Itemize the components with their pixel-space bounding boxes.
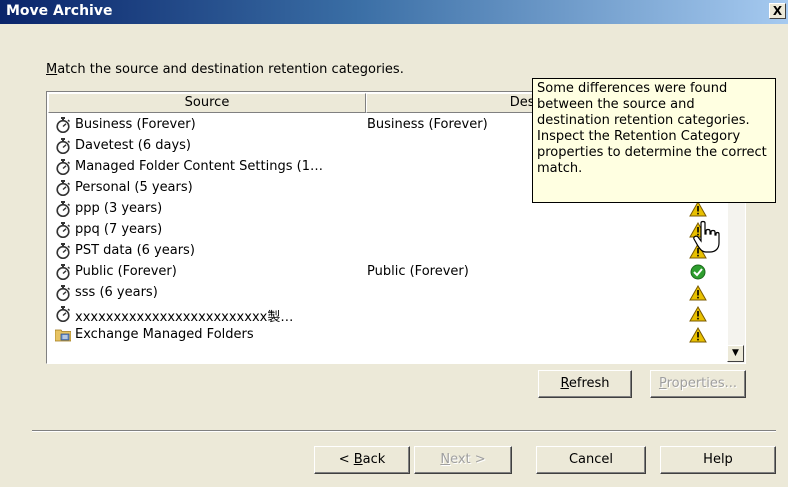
- refresh-label: efresh: [568, 376, 610, 391]
- source-category: Personal (5 years): [75, 180, 193, 195]
- source-category: sss (6 years): [75, 285, 158, 300]
- source-category: Managed Folder Content Settings (1…: [75, 159, 323, 174]
- refresh-accelerator: R: [560, 376, 569, 391]
- warning-icon[interactable]: [689, 305, 707, 322]
- cancel-button[interactable]: Cancel: [536, 446, 646, 474]
- folder-icon: [54, 327, 72, 343]
- stopwatch-icon: [55, 201, 71, 218]
- list-item[interactable]: Public (Forever) Public (Forever): [49, 262, 729, 283]
- stopwatch-icon: [55, 180, 71, 197]
- stopwatch-icon: [55, 159, 71, 176]
- stopwatch-icon: [55, 117, 71, 134]
- column-header-source[interactable]: Source: [48, 93, 366, 113]
- destination-category[interactable]: Business (Forever): [367, 117, 488, 132]
- help-button[interactable]: Help: [660, 446, 776, 474]
- next-button[interactable]: Next >: [414, 446, 512, 474]
- stopwatch-icon: [55, 285, 71, 302]
- warning-icon[interactable]: [689, 284, 707, 301]
- back-label: ack: [362, 452, 386, 467]
- source-category: Public (Forever): [75, 264, 177, 279]
- instruction-text: Match the source and destination retenti…: [46, 62, 404, 77]
- next-label: ext >: [450, 452, 486, 467]
- instruction-accelerator: M: [46, 62, 58, 77]
- back-accelerator: B: [353, 452, 363, 467]
- source-category: Business (Forever): [75, 117, 196, 132]
- stopwatch-icon: [55, 138, 71, 155]
- list-item[interactable]: ppq (7 years): [49, 220, 729, 241]
- destination-category[interactable]: Public (Forever): [367, 264, 469, 279]
- tooltip: Some differences were found between the …: [532, 78, 776, 203]
- stopwatch-icon: [55, 264, 71, 281]
- source-category: ppq (7 years): [75, 222, 163, 237]
- list-item[interactable]: Exchange Managed Folders: [49, 325, 729, 346]
- stopwatch-icon: [55, 222, 71, 239]
- check-icon[interactable]: [689, 264, 707, 280]
- list-item[interactable]: xxxxxxxxxxxxxxxxxxxxxxxxx製…: [49, 304, 729, 325]
- scroll-down-button[interactable]: ▼: [727, 345, 744, 362]
- next-accelerator: N: [440, 452, 451, 467]
- source-category: ppp (3 years): [75, 201, 163, 216]
- window-title: Move Archive: [6, 3, 113, 19]
- warning-icon[interactable]: [689, 326, 707, 343]
- instruction-rest: atch the source and destination retentio…: [57, 62, 404, 77]
- properties-label: roperties...: [666, 376, 738, 391]
- list-item[interactable]: sss (6 years): [49, 283, 729, 304]
- stopwatch-icon: [55, 306, 71, 323]
- properties-button[interactable]: Properties...: [650, 370, 746, 398]
- back-button[interactable]: < Back: [314, 446, 410, 474]
- warning-icon[interactable]: [689, 200, 707, 217]
- title-bar: Move Archive X: [0, 0, 788, 24]
- separator: [32, 430, 776, 432]
- stopwatch-icon: [55, 243, 71, 260]
- source-category: xxxxxxxxxxxxxxxxxxxxxxxxx製…: [75, 310, 294, 325]
- refresh-button[interactable]: Refresh: [538, 370, 632, 398]
- source-category: Davetest (6 days): [75, 138, 191, 153]
- hand-cursor-icon: [693, 220, 720, 253]
- source-category: PST data (6 years): [75, 243, 195, 258]
- properties-accelerator: P: [658, 376, 667, 391]
- list-item[interactable]: PST data (6 years): [49, 241, 729, 262]
- back-prefix: <: [338, 452, 354, 467]
- close-button[interactable]: X: [769, 3, 786, 19]
- source-category: Exchange Managed Folders: [75, 327, 254, 342]
